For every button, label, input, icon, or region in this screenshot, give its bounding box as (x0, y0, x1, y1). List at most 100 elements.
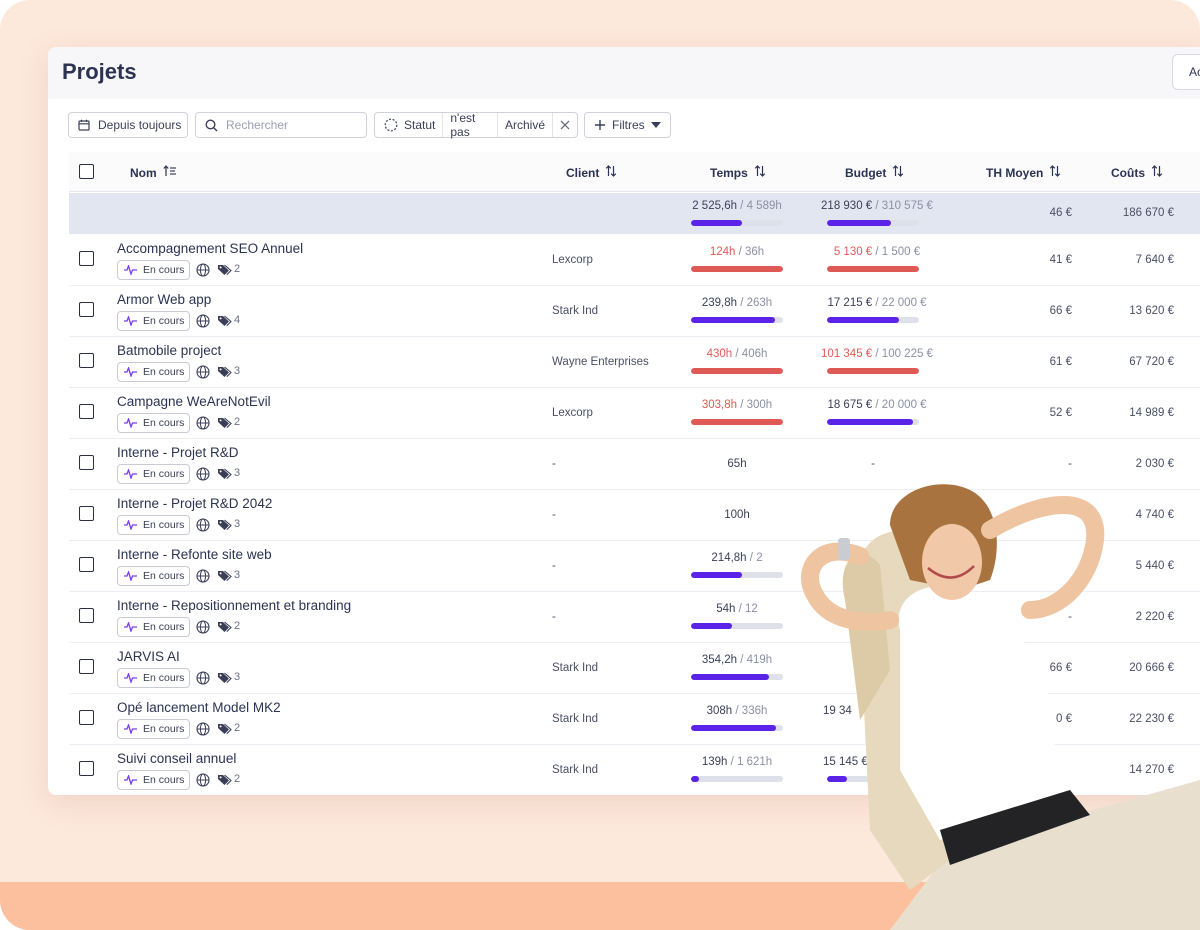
project-name[interactable]: Interne - Repositionnement et branding (117, 598, 351, 613)
sort-icon[interactable] (1151, 165, 1163, 180)
table-row[interactable]: Interne - Projet R&D En cours 3 - 65h - - 2 030… (69, 439, 1200, 490)
tag-icon[interactable] (217, 263, 232, 281)
status-badge[interactable]: En cours (117, 515, 190, 535)
date-filter-label: Depuis toujours (98, 118, 182, 132)
row-checkbox[interactable] (79, 608, 94, 623)
date-filter-button[interactable]: Depuis toujours (68, 112, 188, 138)
time-ratio: 430h / 406h (689, 348, 785, 360)
add-filter-button[interactable]: Filtres (584, 112, 671, 138)
table-row[interactable]: Interne - Repositionnement et branding En… (69, 592, 1200, 643)
table-row[interactable]: JARVIS AI En cours 3 Stark Ind 354,2h / 419h… (69, 643, 1200, 694)
table-row[interactable]: Campagne WeAreNotEvil En cours 2 Lexcorp 303… (69, 388, 1200, 439)
globe-icon[interactable] (196, 467, 210, 486)
table-row[interactable]: Batmobile project En cours 3 Wayne Enterpri… (69, 337, 1200, 388)
row-checkbox[interactable] (79, 506, 94, 521)
top-action-button[interactable]: Ac (1172, 54, 1200, 90)
row-checkbox[interactable] (79, 659, 94, 674)
project-name[interactable]: Interne - Refonte site web (117, 547, 272, 562)
row-checkbox[interactable] (79, 251, 94, 266)
close-icon[interactable] (553, 113, 577, 137)
sort-asc-icon[interactable] (163, 165, 177, 180)
table-row[interactable]: Armor Web app En cours 4 Stark Ind 239,8h / … (69, 286, 1200, 337)
status-label: En cours (143, 621, 185, 633)
table-row[interactable]: Accompagnement SEO Annuel En cours 2 Lexcor… (69, 235, 1200, 286)
status-filter-operator[interactable]: n'est pas (443, 111, 498, 139)
project-name[interactable]: Suivi conseil annuel (117, 751, 236, 766)
col-header-th-moyen[interactable]: TH Moyen (986, 165, 1061, 180)
globe-icon[interactable] (196, 263, 210, 282)
row-checkbox[interactable] (79, 455, 94, 470)
tag-icon[interactable] (217, 773, 232, 791)
globe-icon[interactable] (196, 722, 210, 741)
sort-icon[interactable] (754, 165, 766, 180)
project-name[interactable]: Accompagnement SEO Annuel (117, 241, 303, 256)
tag-icon[interactable] (217, 518, 232, 536)
row-checkbox[interactable] (79, 353, 94, 368)
status-filter-chip[interactable]: Statut n'est pas Archivé (374, 111, 578, 139)
globe-icon[interactable] (196, 773, 210, 792)
globe-icon[interactable] (196, 518, 210, 537)
project-name[interactable]: Interne - Projet R&D (117, 445, 239, 460)
activity-icon (124, 673, 137, 683)
globe-icon[interactable] (196, 365, 210, 384)
tag-icon[interactable] (217, 671, 232, 689)
row-checkbox[interactable] (79, 557, 94, 572)
budget-progress-bar (827, 266, 919, 272)
status-badge[interactable]: En cours (117, 719, 190, 739)
tag-icon[interactable] (217, 620, 232, 638)
status-filter-field[interactable]: Statut (402, 113, 444, 137)
table-row[interactable]: Interne - Projet R&D 2042 En cours 3 - 100h 4… (69, 490, 1200, 541)
project-name[interactable]: Batmobile project (117, 343, 221, 358)
sort-icon[interactable] (1049, 165, 1061, 180)
table-row[interactable]: Interne - Refonte site web En cours 3 - 214,… (69, 541, 1200, 592)
row-checkbox[interactable] (79, 710, 94, 725)
status-badge[interactable]: En cours (117, 464, 190, 484)
status-filter-value[interactable]: Archivé (498, 113, 553, 137)
row-checkbox[interactable] (79, 761, 94, 776)
search-input[interactable] (226, 118, 356, 132)
col-header-name[interactable]: Nom (130, 165, 177, 180)
status-badge[interactable]: En cours (117, 617, 190, 637)
table-row[interactable]: Opé lancement Model MK2 En cours 2 Stark In… (69, 694, 1200, 745)
row-checkbox[interactable] (79, 404, 94, 419)
project-name[interactable]: Opé lancement Model MK2 (117, 700, 281, 715)
tag-icon[interactable] (217, 467, 232, 485)
project-name[interactable]: JARVIS AI (117, 649, 180, 664)
sort-icon[interactable] (892, 165, 904, 180)
search-box[interactable] (195, 112, 367, 138)
col-header-costs[interactable]: Coûts (1111, 165, 1163, 180)
project-name[interactable]: Campagne WeAreNotEvil (117, 394, 271, 409)
time-planned: 1 621h (737, 756, 773, 768)
status-label: En cours (143, 519, 185, 531)
col-header-client[interactable]: Client (566, 165, 617, 180)
budget-spent: 5 130 € (833, 246, 873, 258)
col-header-budget[interactable]: Budget (845, 165, 904, 180)
table-row[interactable]: Suivi conseil annuel En cours 2 Stark Ind 13… (69, 745, 1200, 795)
globe-icon[interactable] (196, 416, 210, 435)
select-all-checkbox[interactable] (79, 164, 94, 179)
status-badge[interactable]: En cours (117, 260, 190, 280)
tag-icon[interactable] (217, 722, 232, 740)
status-badge[interactable]: En cours (117, 362, 190, 382)
tag-icon[interactable] (217, 365, 232, 383)
globe-icon[interactable] (196, 671, 210, 690)
status-badge[interactable]: En cours (117, 311, 190, 331)
col-header-time[interactable]: Temps (710, 165, 766, 180)
globe-icon[interactable] (196, 569, 210, 588)
status-badge[interactable]: En cours (117, 668, 190, 688)
status-badge[interactable]: En cours (117, 770, 190, 790)
project-name[interactable]: Interne - Projet R&D 2042 (117, 496, 272, 511)
tag-icon[interactable] (217, 314, 232, 332)
tag-icon[interactable] (217, 569, 232, 587)
budget-ratio: 17 215 € / 22 000 € (813, 297, 941, 309)
time-spent: 214,8h (711, 552, 747, 564)
globe-icon[interactable] (196, 620, 210, 639)
status-badge[interactable]: En cours (117, 413, 190, 433)
sort-icon[interactable] (605, 165, 617, 180)
tag-icon[interactable] (217, 416, 232, 434)
project-name[interactable]: Armor Web app (117, 292, 211, 307)
costs-value: 5 440 € (1135, 560, 1174, 572)
globe-icon[interactable] (196, 314, 210, 333)
status-badge[interactable]: En cours (117, 566, 190, 586)
row-checkbox[interactable] (79, 302, 94, 317)
